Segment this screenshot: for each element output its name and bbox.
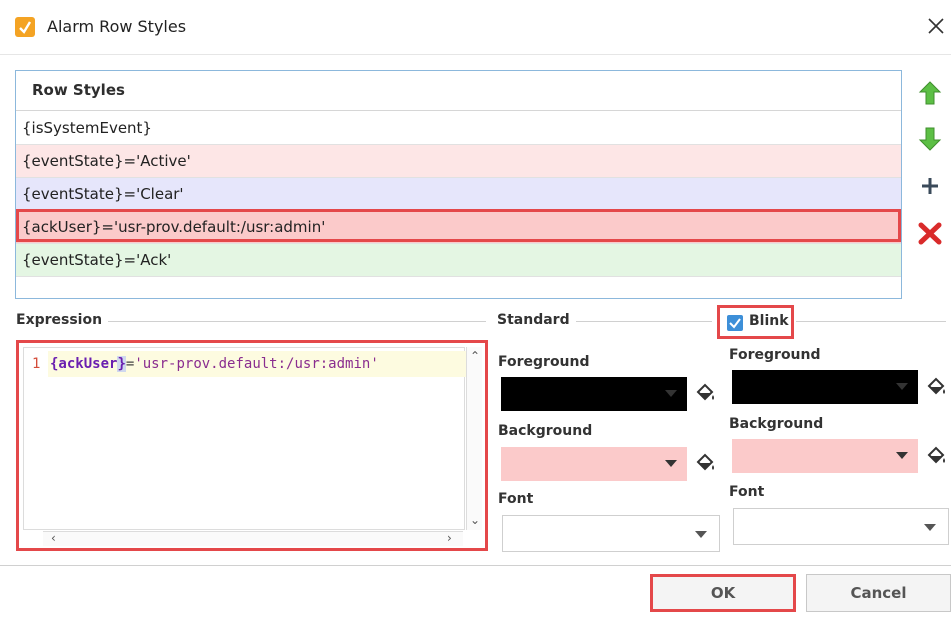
- chevron-down-icon: [665, 460, 677, 467]
- list-item-selected[interactable]: {ackUser}='usr-prov.default:/usr:admin': [16, 211, 901, 244]
- scroll-down-icon[interactable]: ⌄: [470, 513, 480, 527]
- code-token-string: 'usr-prov.default:/usr:admin': [134, 356, 379, 372]
- blink-foreground-picker[interactable]: [925, 376, 949, 400]
- scroll-right-icon[interactable]: ›: [447, 531, 452, 545]
- add-button[interactable]: [918, 173, 942, 199]
- list-item[interactable]: {eventState}='Active': [16, 145, 901, 178]
- close-icon: [928, 18, 944, 34]
- expression-label: Expression: [16, 312, 109, 328]
- list-item[interactable]: {eventState}='Ack': [16, 244, 901, 277]
- list-item[interactable]: {eventState}='Clear': [16, 178, 901, 211]
- standard-background-picker[interactable]: [694, 452, 718, 476]
- horizontal-scrollbar[interactable]: ‹ ›: [43, 531, 463, 546]
- paint-bucket-icon: [696, 453, 714, 471]
- vertical-scrollbar[interactable]: ⌃ ⌄: [466, 347, 482, 530]
- ok-button[interactable]: OK: [650, 574, 796, 612]
- cancel-button[interactable]: Cancel: [806, 574, 951, 612]
- expression-code[interactable]: {ackUser}='usr-prov.default:/usr:admin': [50, 356, 379, 372]
- blink-foreground-color[interactable]: [732, 370, 918, 404]
- expression-editor-container: 1 {ackUser}='usr-prov.default:/usr:admin…: [16, 340, 488, 551]
- remove-button[interactable]: [918, 220, 942, 246]
- standard-foreground-color[interactable]: [501, 377, 687, 411]
- blink-font-label: Font: [729, 484, 765, 500]
- blink-background-label: Background: [729, 416, 824, 432]
- standard-font-label: Font: [498, 491, 534, 507]
- row-styles-header: Row Styles: [16, 71, 901, 111]
- move-up-button[interactable]: [918, 80, 942, 106]
- paint-bucket-icon: [927, 377, 945, 395]
- chevron-down-icon: [896, 452, 908, 459]
- blink-font-select[interactable]: [733, 508, 949, 545]
- code-token-variable: {ackUser: [50, 356, 118, 372]
- row-styles-header-label: Row Styles: [32, 81, 125, 99]
- line-number: 1: [32, 356, 41, 372]
- blink-background-color[interactable]: [732, 439, 918, 473]
- dialog-footer: OK Cancel: [0, 565, 951, 621]
- scroll-left-icon[interactable]: ‹: [51, 531, 56, 545]
- move-down-button[interactable]: [918, 126, 942, 152]
- blink-foreground-label: Foreground: [729, 347, 821, 363]
- standard-foreground-picker[interactable]: [694, 382, 718, 406]
- arrow-up-icon: [918, 81, 942, 105]
- standard-foreground-label: Foreground: [498, 354, 590, 370]
- paint-bucket-icon: [927, 446, 945, 464]
- code-token-brace: }: [117, 356, 126, 372]
- plus-icon: [922, 178, 938, 194]
- blink-label: Blink: [749, 313, 789, 329]
- blink-checkbox-container[interactable]: Blink: [717, 305, 794, 339]
- blink-divider: [796, 321, 946, 322]
- standard-font-select[interactable]: [502, 515, 720, 552]
- chevron-down-icon: [924, 524, 936, 531]
- blink-background-picker[interactable]: [925, 445, 949, 469]
- chevron-down-icon: [665, 390, 677, 397]
- chevron-down-icon: [896, 383, 908, 390]
- standard-background-label: Background: [498, 423, 593, 439]
- delete-x-icon: [918, 222, 942, 245]
- standard-label: Standard: [497, 312, 576, 328]
- window-title: Alarm Row Styles: [47, 17, 187, 36]
- row-styles-list[interactable]: Row Styles {isSystemEvent} {eventState}=…: [15, 70, 902, 299]
- close-button[interactable]: [925, 14, 947, 38]
- scroll-up-icon[interactable]: ⌃: [470, 349, 480, 363]
- app-icon: [15, 17, 35, 37]
- list-item[interactable]: {isSystemEvent}: [16, 112, 901, 145]
- blink-checkbox[interactable]: [727, 315, 743, 331]
- paint-bucket-icon: [696, 383, 714, 401]
- checkmark-icon: [729, 318, 741, 329]
- chevron-down-icon: [695, 531, 707, 538]
- standard-background-color[interactable]: [501, 447, 687, 481]
- expression-editor[interactable]: 1 {ackUser}='usr-prov.default:/usr:admin…: [23, 347, 466, 530]
- title-bar: Alarm Row Styles: [0, 0, 951, 55]
- arrow-down-icon: [918, 127, 942, 151]
